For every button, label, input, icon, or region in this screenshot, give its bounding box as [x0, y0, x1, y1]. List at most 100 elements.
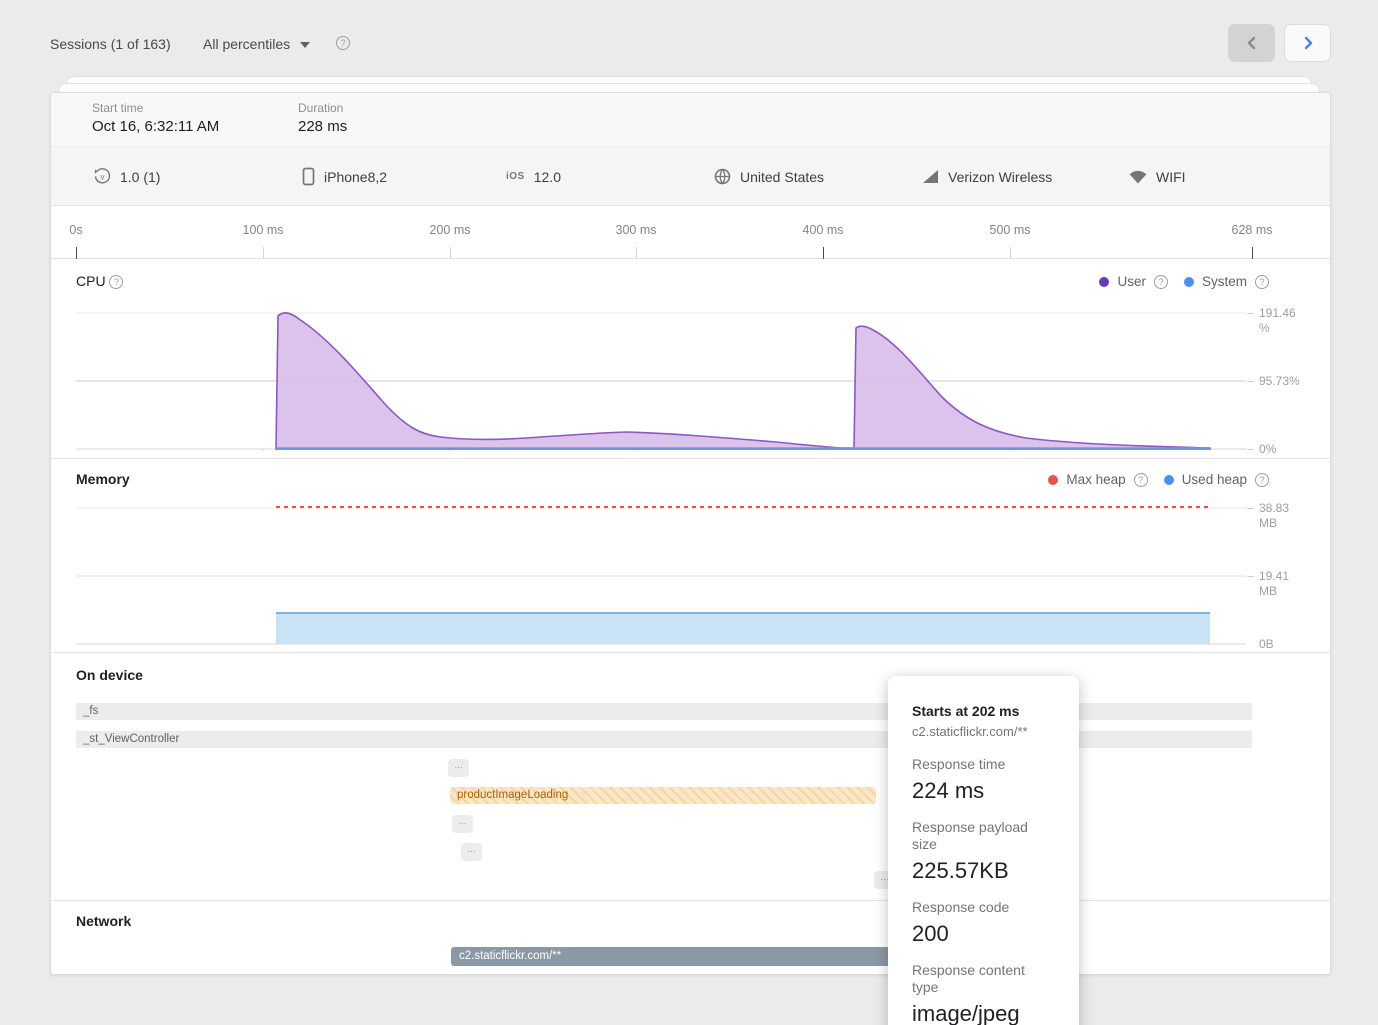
ios-icon: iOS	[506, 171, 525, 182]
timeline-tick	[636, 247, 637, 259]
response-content-type-value: image/jpeg	[912, 1001, 1055, 1025]
help-icon[interactable]: ?	[1154, 275, 1168, 289]
radio-value: WIFI	[1156, 169, 1186, 185]
on-device-title: On device	[76, 667, 143, 683]
max-heap-legend-label: Max heap	[1066, 472, 1125, 487]
chevron-left-icon	[1246, 36, 1258, 50]
used-heap-legend-label: Used heap	[1182, 472, 1247, 487]
used-heap-series	[276, 613, 1210, 644]
trace-ellipsis-chip[interactable]: ...	[448, 759, 469, 777]
help-icon[interactable]: ?	[1134, 473, 1148, 487]
next-session-button[interactable]	[1284, 24, 1331, 62]
country-item: United States	[714, 147, 824, 206]
timeline-tick-label: 500 ms	[975, 223, 1045, 237]
on-device-section: On device _fs _st_ViewController ... pro…	[51, 653, 1330, 901]
timeline-tick-label: 300 ms	[601, 223, 671, 237]
cpu-section-title: CPU ?	[76, 273, 123, 289]
timeline-axis[interactable]: 0s 100 ms 200 ms 300 ms 400 ms 500 ms 62…	[51, 206, 1330, 259]
cpu-legend: User ? System ?	[1099, 274, 1269, 289]
device-model-item: iPhone8,2	[302, 147, 387, 206]
cpu-axis-max-label: 191.46 %	[1259, 306, 1296, 336]
memory-section-title: Memory	[76, 471, 130, 487]
globe-icon	[714, 168, 731, 185]
response-time-value: 224 ms	[912, 778, 1055, 803]
device-model-value: iPhone8,2	[324, 169, 387, 185]
app-version-value: 1.0 (1)	[120, 169, 160, 185]
timeline-tick-label: 200 ms	[415, 223, 485, 237]
wifi-icon	[1129, 170, 1147, 184]
duration: Duration 228 ms	[298, 100, 347, 138]
app-version-icon: v	[94, 168, 111, 185]
carrier-item: Verizon Wireless	[922, 147, 1052, 206]
help-icon[interactable]: ?	[1255, 275, 1269, 289]
memory-section: Memory Max heap ? Used heap ? 38.83 MB 1	[51, 459, 1330, 653]
timeline-tick-label: 100 ms	[228, 223, 298, 237]
cpu-axis-zero-label: 0%	[1259, 442, 1276, 457]
timeline-tick-label: 0s	[41, 223, 111, 237]
duration-value: 228 ms	[298, 116, 347, 138]
max-heap-legend-dot	[1048, 475, 1058, 485]
phone-icon	[302, 167, 315, 186]
response-payload-value: 225.57KB	[912, 858, 1055, 883]
start-time-value: Oct 16, 6:32:11 AM	[92, 116, 219, 138]
help-icon[interactable]: ?	[1255, 473, 1269, 487]
user-legend-label: User	[1117, 274, 1146, 289]
tooltip-url: c2.staticflickr.com/**	[912, 723, 1055, 740]
memory-chart[interactable]	[76, 501, 1246, 646]
timeline-tick-label: 400 ms	[788, 223, 858, 237]
duration-label: Duration	[298, 100, 347, 116]
timeline-tick	[76, 247, 77, 259]
trace-ellipsis-chip[interactable]: ...	[452, 815, 473, 833]
network-section: Network c2.staticflickr.com/**	[51, 901, 1330, 976]
trace-ellipsis-chip[interactable]: ...	[461, 843, 482, 861]
previous-session-button[interactable]	[1228, 24, 1275, 62]
session-header: Start time Oct 16, 6:32:11 AM Duration 2…	[51, 93, 1330, 147]
chevron-right-icon	[1302, 36, 1314, 50]
svg-text:v: v	[101, 173, 105, 182]
memory-legend: Max heap ? Used heap ?	[1048, 472, 1269, 487]
percentiles-dropdown[interactable]: All percentiles	[203, 36, 310, 52]
timeline-tick-label: 628 ms	[1217, 223, 1287, 237]
network-request-tooltip: Starts at 202 ms c2.staticflickr.com/** …	[888, 676, 1079, 1025]
app-version-item: v 1.0 (1)	[94, 147, 160, 206]
start-time-label: Start time	[92, 100, 219, 116]
used-heap-legend-dot	[1164, 475, 1174, 485]
timeline-tick	[823, 247, 824, 259]
tooltip-start-time: Starts at 202 ms	[912, 702, 1055, 720]
system-legend-label: System	[1202, 274, 1247, 289]
start-time: Start time Oct 16, 6:32:11 AM	[92, 100, 219, 138]
sessions-count-label: Sessions (1 of 163)	[50, 36, 171, 52]
timeline-tick	[1252, 247, 1253, 259]
help-icon[interactable]: ?	[336, 36, 350, 50]
cpu-section: CPU ? User ? System ? 191.46 % 95	[51, 259, 1330, 459]
system-legend-dot	[1184, 277, 1194, 287]
session-detail-page: Sessions (1 of 163) All percentiles ? St…	[0, 0, 1378, 1025]
network-request-bar[interactable]: c2.staticflickr.com/**	[451, 947, 896, 966]
response-content-type-label: Response content type	[912, 962, 1055, 996]
signal-icon	[922, 169, 939, 184]
session-card: Start time Oct 16, 6:32:11 AM Duration 2…	[50, 92, 1331, 975]
help-icon[interactable]: ?	[109, 275, 123, 289]
memory-axis-mid-label: 19.41 MB	[1259, 569, 1289, 599]
response-code-label: Response code	[912, 899, 1055, 916]
carrier-value: Verizon Wireless	[948, 169, 1052, 185]
trace-bar-product-image-loading[interactable]: productImageLoading	[450, 787, 876, 804]
timeline-tick	[263, 247, 264, 259]
response-payload-label: Response payload size	[912, 819, 1055, 853]
os-version-value: 12.0	[534, 169, 561, 185]
cpu-chart[interactable]	[76, 306, 1246, 451]
response-time-label: Response time	[912, 756, 1055, 773]
memory-axis-max-label: 38.83 MB	[1259, 501, 1289, 531]
percentiles-dropdown-label: All percentiles	[203, 36, 290, 52]
device-info-row: v 1.0 (1) iPhone8,2 iOS 12.0 United Stat…	[51, 147, 1330, 206]
user-legend-dot	[1099, 277, 1109, 287]
timeline-tick	[450, 247, 451, 259]
timeline-tick	[1010, 247, 1011, 259]
radio-item: WIFI	[1129, 147, 1186, 206]
country-value: United States	[740, 169, 824, 185]
chevron-down-icon	[300, 42, 310, 48]
response-code-value: 200	[912, 921, 1055, 946]
memory-axis-zero-label: 0B	[1259, 637, 1274, 652]
os-version-item: iOS 12.0	[506, 147, 561, 206]
cpu-axis-mid-label: 95.73%	[1259, 374, 1300, 389]
